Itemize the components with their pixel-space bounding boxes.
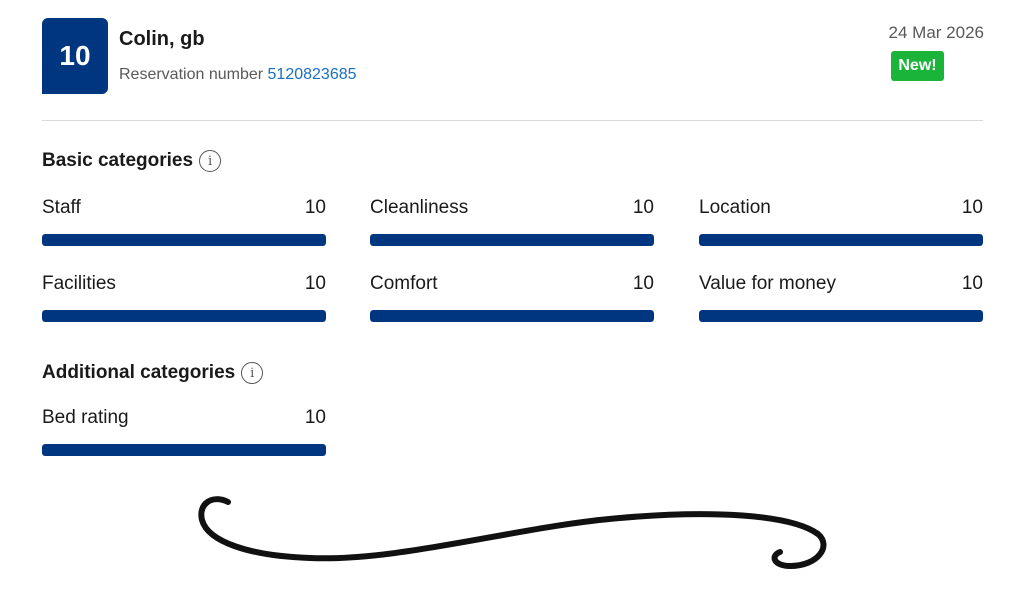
category-location: Location 10: [699, 197, 983, 246]
category-label: Staff: [42, 197, 81, 218]
reviewer-name: Colin, gb: [119, 28, 205, 50]
category-score-fill: [370, 310, 654, 322]
basic-categories-title: Basic categories: [42, 150, 194, 171]
category-staff: Staff 10: [42, 197, 326, 246]
category-score-bar: [42, 310, 326, 322]
reservation-number-link[interactable]: 5120823685: [268, 66, 357, 83]
additional-categories-heading: Additional categories i: [42, 362, 264, 384]
category-score-bar: [370, 310, 654, 322]
category-comfort: Comfort 10: [370, 273, 654, 322]
category-score: 10: [632, 197, 654, 218]
category-label: Comfort: [370, 273, 438, 294]
new-badge: New!: [891, 51, 944, 81]
category-score-fill: [42, 310, 326, 322]
category-score-fill: [370, 234, 654, 246]
category-label: Bed rating: [42, 407, 129, 428]
category-bed-rating: Bed rating 10: [42, 407, 326, 456]
category-score: 10: [304, 407, 326, 428]
basic-categories-heading: Basic categories i: [42, 150, 222, 172]
category-score-bar: [42, 444, 326, 456]
additional-categories-title: Additional categories: [42, 362, 236, 383]
header-divider: [42, 120, 983, 121]
info-icon[interactable]: i: [199, 150, 222, 172]
category-cleanliness: Cleanliness 10: [370, 197, 654, 246]
category-score-bar: [699, 310, 983, 322]
category-score: 10: [961, 197, 983, 218]
review-score-badge: 10: [42, 18, 108, 94]
category-label: Cleanliness: [370, 197, 469, 218]
category-label: Value for money: [699, 273, 836, 294]
category-score: 10: [632, 273, 654, 294]
reservation-line: Reservation number 5120823685: [119, 66, 357, 84]
category-facilities: Facilities 10: [42, 273, 326, 322]
category-score: 10: [304, 273, 326, 294]
category-score-bar: [370, 234, 654, 246]
decorative-flourish: [198, 496, 827, 570]
category-score-bar: [699, 234, 983, 246]
category-score-fill: [42, 234, 326, 246]
category-score: 10: [961, 273, 983, 294]
category-score-fill: [699, 310, 983, 322]
category-score: 10: [304, 197, 326, 218]
category-score-fill: [699, 234, 983, 246]
category-value-for-money: Value for money 10: [699, 273, 983, 322]
category-label: Location: [699, 197, 771, 218]
review-date: 24 Mar 2026: [888, 23, 984, 42]
category-label: Facilities: [42, 273, 116, 294]
category-score-bar: [42, 234, 326, 246]
info-icon[interactable]: i: [241, 362, 264, 384]
category-score-fill: [42, 444, 326, 456]
flourish-stroke: [198, 496, 827, 570]
reservation-label: Reservation number: [119, 66, 264, 83]
